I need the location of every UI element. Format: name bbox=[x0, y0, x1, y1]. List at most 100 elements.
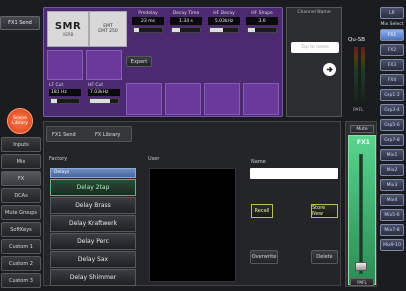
library-tabs: FX1 Send FX Library bbox=[46, 126, 132, 142]
fx1-strip: FX1 bbox=[348, 135, 376, 285]
factory-label: Factory bbox=[49, 156, 68, 162]
mix-select-grp3-4[interactable]: Grp3-4 bbox=[380, 104, 404, 116]
user-list[interactable] bbox=[149, 168, 236, 282]
scene-library-button[interactable]: Scene Library bbox=[7, 108, 33, 134]
param-hf-shape[interactable]: HF Shape 3.0 bbox=[244, 11, 280, 47]
mix-select-fx3[interactable]: FX3 bbox=[380, 59, 404, 71]
param-slider[interactable] bbox=[50, 98, 80, 104]
list-item[interactable]: Delay Kraftwerk bbox=[50, 215, 136, 232]
param-slider[interactable] bbox=[171, 27, 201, 33]
param-hf-decay[interactable]: HF Decay 5.03kHz bbox=[206, 11, 242, 47]
mix-select-mix9-10[interactable]: Mix9-10 bbox=[380, 239, 404, 251]
meter-left bbox=[354, 47, 358, 105]
meter-area: Qu-SB PAFL bbox=[345, 7, 375, 117]
mix-select-mix4[interactable]: Mix4 bbox=[380, 194, 404, 206]
name-input[interactable] bbox=[250, 168, 338, 179]
nav-custom-3[interactable]: Custom 3 bbox=[1, 273, 41, 288]
fader-track[interactable] bbox=[359, 154, 363, 274]
mix-select-fx2[interactable]: FX2 bbox=[380, 44, 404, 56]
channel-name-panel: Channel Name Tap to name bbox=[286, 7, 342, 117]
meter-right bbox=[361, 47, 365, 105]
mix-select-grp1-2[interactable]: Grp1-2 bbox=[380, 89, 404, 101]
nav-custom-1[interactable]: Custom 1 bbox=[1, 239, 41, 254]
param-decay-time[interactable]: Decay Time 1.34 s bbox=[168, 11, 204, 47]
mute-label: Mute bbox=[356, 126, 368, 132]
category-header[interactable]: Delays bbox=[50, 168, 136, 178]
param-label: Decay Time bbox=[172, 11, 200, 16]
param-value: 181 Hz bbox=[49, 89, 81, 96]
param-lf-cut[interactable]: LF Cut 181 Hz bbox=[47, 83, 83, 115]
pafl-button[interactable]: PAFL bbox=[350, 278, 374, 286]
list-item[interactable]: Delay 2tap bbox=[50, 179, 136, 196]
nav-custom-2[interactable]: Custom 2 bbox=[1, 256, 41, 271]
mix-select-grp5-6[interactable]: Grp5-6 bbox=[380, 119, 404, 131]
param-value: 3.0 bbox=[246, 17, 278, 25]
mix-select-mix2[interactable]: Mix2 bbox=[380, 164, 404, 176]
fx-logo: SMR VERB bbox=[47, 11, 89, 47]
mix-select-label: Mix Select bbox=[380, 22, 404, 27]
fx-send-tab[interactable]: FX1 Send bbox=[0, 16, 40, 30]
list-item[interactable]: Delay Brass bbox=[50, 197, 136, 214]
mute-button[interactable]: Mute bbox=[350, 125, 374, 133]
param-value: 23 ms bbox=[132, 17, 164, 25]
fx-slot bbox=[86, 50, 122, 80]
list-item[interactable]: Delay Shimmer bbox=[50, 269, 136, 286]
param-value: 5.03kHz bbox=[208, 17, 240, 25]
mix-select-column: LR Mix Select FX1 FX2 FX3 FX4 Grp1-2 Grp… bbox=[380, 7, 404, 288]
library-panel: FX1 Send FX Library Factory User Delays … bbox=[43, 121, 341, 286]
param-slider[interactable] bbox=[89, 98, 119, 104]
fx-slot bbox=[165, 83, 201, 115]
nav-inputs[interactable]: Inputs bbox=[1, 137, 41, 152]
fx-slot bbox=[47, 50, 83, 80]
fx-logo-text: SMR bbox=[54, 21, 82, 32]
nav-mute-groups[interactable]: Mute Groups bbox=[1, 205, 41, 220]
mix-select-mix1[interactable]: Mix1 bbox=[380, 149, 404, 161]
param-label: HF Cut bbox=[88, 83, 104, 88]
expert-button[interactable]: Expert bbox=[126, 56, 152, 67]
mix-select-mix7-8[interactable]: Mix7-8 bbox=[380, 224, 404, 236]
store-new-button[interactable]: Store New bbox=[311, 204, 338, 218]
scene-library-label: Scene Library bbox=[12, 116, 28, 126]
param-hf-cut[interactable]: HF Cut 7.03kHz bbox=[86, 83, 122, 115]
tab-fx1-send[interactable]: FX1 Send bbox=[52, 132, 76, 138]
fx-slot bbox=[243, 83, 279, 115]
param-slider[interactable] bbox=[133, 27, 163, 33]
nav-dcas[interactable]: DCAs bbox=[1, 188, 41, 203]
left-nav: Inputs Mix FX DCAs Mute Groups SoftKeys … bbox=[1, 137, 41, 290]
param-predelay[interactable]: Predelay 23 ms bbox=[130, 11, 166, 47]
param-label: LF Cut bbox=[49, 83, 64, 88]
tab-fx-library[interactable]: FX Library bbox=[95, 132, 120, 138]
device-label: Qu-SB bbox=[348, 37, 366, 43]
list-item[interactable]: Delay Sax bbox=[50, 251, 136, 268]
param-label: Predelay bbox=[138, 11, 158, 16]
lr-button[interactable]: LR bbox=[380, 7, 404, 19]
fx-model-box: EMT EMT 250 bbox=[89, 11, 127, 47]
delete-button[interactable]: Delete bbox=[311, 250, 338, 264]
param-slider[interactable] bbox=[209, 27, 239, 33]
param-slider[interactable] bbox=[247, 27, 277, 33]
enter-arrow-icon[interactable] bbox=[323, 63, 336, 76]
nav-mix[interactable]: Mix bbox=[1, 154, 41, 169]
fader-knob[interactable] bbox=[355, 262, 367, 271]
fx-slot bbox=[126, 83, 162, 115]
mix-select-mix3[interactable]: Mix3 bbox=[380, 179, 404, 191]
mix-select-grp7-8[interactable]: Grp7-8 bbox=[380, 134, 404, 146]
overwrite-button[interactable]: Overwrite bbox=[250, 250, 278, 264]
mix-select-fx4[interactable]: FX4 bbox=[380, 74, 404, 86]
mix-select-mix5-6[interactable]: Mix5-6 bbox=[380, 209, 404, 221]
channel-name-header: Channel Name bbox=[297, 10, 331, 15]
channel-name-input[interactable]: Tap to name bbox=[291, 42, 339, 53]
nav-softkeys[interactable]: SoftKeys bbox=[1, 222, 41, 237]
mix-select-fx1[interactable]: FX1 bbox=[380, 29, 404, 41]
param-label: HF Decay bbox=[213, 11, 235, 16]
channel-name-placeholder: Tap to name bbox=[301, 45, 329, 50]
pafl-label: PAFL bbox=[353, 108, 364, 113]
nav-fx[interactable]: FX bbox=[1, 171, 41, 186]
list-item[interactable]: Delay Perc bbox=[50, 233, 136, 250]
fx-model: EMT EMT 250 bbox=[98, 24, 118, 34]
channel-strip: Mute FX1 PAFL bbox=[345, 121, 377, 287]
param-label: HF Shape bbox=[251, 11, 273, 16]
recall-button[interactable]: Recall bbox=[251, 204, 273, 218]
param-value: 1.34 s bbox=[170, 17, 202, 25]
fx-panel: SMR VERB EMT EMT 250 Predelay 23 ms Deca… bbox=[43, 7, 283, 117]
